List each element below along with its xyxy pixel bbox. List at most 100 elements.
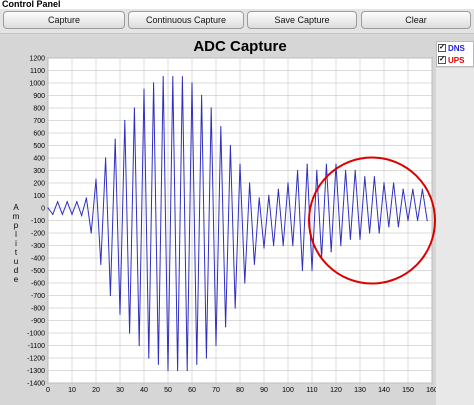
legend-label-dns: DNS	[448, 43, 465, 53]
x-tick-label: 130	[354, 387, 366, 394]
y-tick-label: 1100	[30, 68, 45, 75]
data-point	[181, 76, 183, 78]
legend-item-dns[interactable]: ✓ DNS	[437, 42, 473, 54]
x-tick-label: 50	[164, 387, 172, 394]
y-tick-label: -800	[31, 306, 45, 313]
y-tick-label: 200	[33, 181, 45, 188]
y-axis-label-char: l	[15, 230, 17, 239]
data-point	[426, 219, 428, 222]
x-tick-label: 140	[378, 387, 390, 394]
data-point	[61, 213, 64, 215]
y-tick-label: 700	[33, 118, 45, 125]
checkbox-icon[interactable]: ✓	[438, 44, 446, 52]
data-point	[95, 178, 97, 180]
x-tick-label: 20	[92, 387, 100, 394]
data-point	[210, 107, 212, 109]
x-tick-label: 70	[212, 387, 220, 394]
data-point	[153, 82, 155, 84]
data-point	[148, 357, 150, 359]
data-point	[205, 357, 207, 359]
capture-button[interactable]: Capture	[3, 11, 125, 29]
data-point	[157, 363, 159, 365]
y-tick-label: -900	[31, 318, 45, 325]
x-tick-label: 150	[402, 387, 414, 394]
data-point	[172, 76, 174, 78]
data-point	[393, 182, 395, 184]
data-point	[81, 214, 83, 217]
y-tick-label: -300	[31, 243, 45, 250]
data-point	[105, 157, 107, 159]
data-point	[85, 197, 87, 199]
data-point	[71, 213, 73, 215]
y-tick-label: -1000	[27, 331, 45, 338]
data-point	[66, 201, 68, 203]
y-tick-label: 800	[33, 106, 45, 113]
data-point	[249, 182, 251, 184]
data-point	[301, 269, 303, 272]
data-point	[306, 163, 308, 165]
y-axis-label-char: u	[14, 257, 18, 266]
x-tick-label: 40	[140, 387, 148, 394]
panel-title: Control Panel	[2, 0, 61, 9]
data-point	[407, 219, 409, 222]
data-point	[186, 369, 188, 372]
x-tick-label: 30	[116, 387, 124, 394]
y-tick-label: -1300	[27, 368, 45, 375]
y-tick-label: 100	[33, 193, 45, 200]
y-axis-label-char: d	[14, 266, 18, 275]
data-point	[167, 369, 169, 372]
y-tick-label: 600	[33, 131, 45, 138]
y-axis-label-char: A	[13, 203, 19, 212]
data-point	[229, 144, 231, 147]
y-tick-label: 900	[33, 93, 45, 100]
data-point	[325, 163, 327, 165]
data-point	[316, 169, 318, 172]
data-point	[340, 244, 342, 247]
y-tick-label: 500	[33, 143, 45, 150]
data-point	[133, 107, 135, 109]
data-point	[258, 197, 260, 199]
y-tick-label: -600	[31, 281, 45, 288]
data-point	[201, 94, 203, 97]
x-tick-label: 60	[188, 387, 196, 394]
data-point	[311, 269, 313, 272]
y-axis-label-char: i	[15, 239, 17, 248]
data-point	[47, 207, 49, 209]
data-point	[417, 219, 419, 222]
data-point	[397, 226, 399, 228]
data-point	[244, 282, 246, 284]
x-tick-label: 80	[236, 387, 244, 394]
data-point	[412, 188, 414, 190]
data-point	[402, 188, 404, 190]
y-tick-label: 300	[33, 168, 45, 175]
data-point	[76, 201, 78, 203]
y-axis-label-char: t	[15, 248, 18, 257]
x-tick-label: 10	[68, 387, 76, 394]
data-point	[349, 238, 351, 240]
continuous-capture-button[interactable]: Continuous Capture	[128, 11, 244, 29]
legend-item-ups[interactable]: ✓ UPS	[437, 54, 473, 66]
y-tick-label: -100	[31, 218, 45, 225]
save-capture-button[interactable]: Save Capture	[247, 11, 357, 29]
data-point	[335, 163, 337, 165]
data-point	[292, 244, 294, 247]
x-tick-label: 100	[282, 387, 294, 394]
checkbox-icon[interactable]: ✓	[438, 56, 446, 64]
legend: ✓ DNS ✓ UPS	[436, 41, 474, 67]
y-tick-label: -700	[31, 293, 45, 300]
data-point	[253, 263, 255, 265]
chart-title: ADC Capture	[193, 38, 286, 55]
x-tick-label: 120	[330, 387, 342, 394]
x-tick-label: 0	[46, 387, 50, 394]
x-tick-label: 90	[260, 387, 268, 394]
data-point	[143, 88, 145, 90]
y-tick-label: -1100	[28, 343, 45, 350]
clear-button[interactable]: Clear	[361, 11, 471, 29]
y-tick-label: -1200	[27, 356, 45, 363]
data-point	[100, 263, 102, 265]
data-point	[354, 169, 356, 172]
data-point	[162, 76, 164, 78]
data-point	[268, 194, 270, 197]
data-point	[191, 82, 193, 84]
data-point	[378, 232, 380, 234]
